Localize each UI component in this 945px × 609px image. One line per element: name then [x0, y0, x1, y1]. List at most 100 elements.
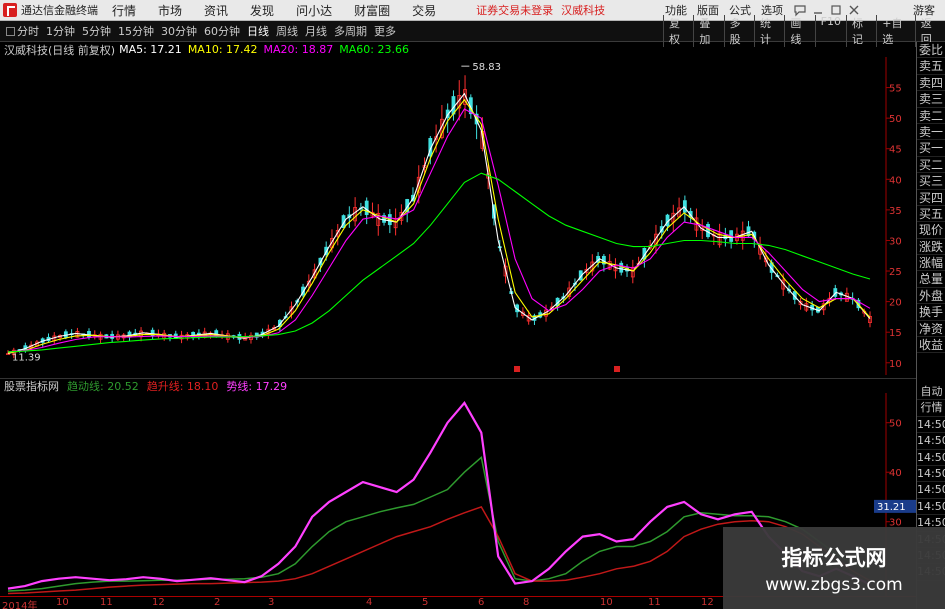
indicator-power-value: 势线: 17.29: [226, 380, 288, 393]
title-stock-name: 汉威科技: [561, 4, 606, 17]
chart-stock-label: 汉威科技(日线 前复权): [4, 43, 116, 57]
time-axis-label: 5: [422, 597, 429, 608]
indicator-tick-label: 50: [889, 419, 902, 430]
menu-quotes[interactable]: 行情: [112, 2, 136, 19]
quote-field-5: 卖一: [917, 124, 945, 141]
price-tick-label: 30: [889, 236, 902, 247]
period-tab-30min[interactable]: 30分钟: [161, 23, 197, 39]
quote-field-14: 总量: [917, 272, 945, 288]
quote-field-1: 卖五: [917, 59, 945, 75]
time-axis-label: 11: [648, 597, 661, 608]
indicator-rise-value: 趋升线: 18.10: [146, 380, 219, 393]
indicator-name[interactable]: 股票指标网: [4, 378, 59, 394]
app-name: 通达信金融终端: [21, 4, 98, 17]
main-price-chart[interactable]: 10 15 20 25 30 35 40 45 50 55 58.83 11.39: [0, 57, 916, 375]
low-price-label: 11.39: [12, 352, 41, 363]
quote-field-13: 涨幅: [917, 256, 945, 272]
quote-field-12: 涨跌: [917, 239, 945, 256]
price-tick-label: 40: [889, 175, 902, 186]
watermark-url: www.zbgs3.com: [765, 574, 903, 595]
period-tab-more[interactable]: 更多: [374, 23, 396, 39]
login-warning[interactable]: 证券交易未登录: [476, 2, 553, 18]
menu-news[interactable]: 资讯: [204, 2, 228, 19]
indicator-trend-value: 趋动线: 20.52: [67, 380, 139, 393]
quote-field-3: 卖三: [917, 92, 945, 108]
event-marker-icon: [514, 366, 520, 372]
ma10-value: MA10: 17.42: [187, 43, 258, 56]
tick-time-4: 14:50: [917, 450, 945, 466]
period-tab-intraday[interactable]: 分时: [17, 23, 39, 39]
price-tick-label: 35: [889, 206, 902, 217]
quote-field-16: 换手: [917, 305, 945, 321]
ma5-value: MA5: 17.21: [119, 43, 182, 56]
time-axis-label: 4: [366, 597, 373, 608]
time-axis-label: 12: [152, 597, 165, 608]
tick-time-5: 14:50: [917, 466, 945, 483]
time-axis-label: 6: [478, 597, 485, 608]
quote-field-7: 买二: [917, 157, 945, 174]
quote-field-9: 买四: [917, 190, 945, 206]
indicator-bar: 股票指标网 趋动线: 20.52 趋升线: 18.10 势线: 17.29: [0, 378, 916, 393]
menu-ask[interactable]: 问小达: [296, 2, 332, 19]
period-tab-1min[interactable]: 1分钟: [46, 23, 75, 39]
period-tab-multi[interactable]: 多周期: [334, 23, 367, 39]
ma60-line: [7, 172, 871, 353]
tick-time-6: 14:50: [917, 482, 945, 499]
period-tab-60min[interactable]: 60分钟: [204, 23, 240, 39]
toolbar-checkbox[interactable]: [6, 26, 15, 36]
time-axis-label: 10: [56, 597, 69, 608]
ma20-value: MA20: 18.87: [263, 43, 334, 56]
price-tick-label: 10: [889, 359, 902, 370]
candle-body: [364, 200, 369, 216]
quote-field-6: 买一: [917, 141, 945, 157]
tick-time-1[interactable]: 行情: [917, 400, 945, 417]
quote-field-11: 现价: [917, 223, 945, 239]
ma5-line: [7, 92, 871, 355]
quote-field-17: 净资: [917, 321, 945, 338]
time-axis-label: 12: [701, 597, 714, 608]
quote-side-panel: 委比 卖五 卖四 卖三 卖二 卖一 买一 买二 买三 买四 买五 现价 涨跌 涨幅 总量 外盘 换手 净资 收益 自…: [916, 42, 945, 609]
price-tick-label: 25: [889, 267, 902, 278]
period-tab-daily[interactable]: 日线: [247, 23, 269, 39]
time-axis-label: 11: [100, 597, 113, 608]
candle-body: [87, 331, 91, 338]
indicator-tick-label: 40: [889, 468, 902, 479]
watermark-title: 指标公式网: [781, 545, 887, 570]
menu-wealth[interactable]: 财富圈: [354, 2, 390, 19]
ma20-line: [7, 108, 871, 353]
quote-field-2: 卖四: [917, 75, 945, 92]
period-tab-monthly[interactable]: 月线: [305, 23, 327, 39]
time-axis-label: 2014年: [2, 601, 38, 609]
time-axis-label: 3: [268, 597, 275, 608]
price-tick-label: 50: [889, 114, 902, 125]
time-axis-label: 8: [523, 597, 530, 608]
menu-trade[interactable]: 交易: [412, 2, 436, 19]
quote-field-10: 买五: [917, 206, 945, 223]
quote-field-4: 卖二: [917, 108, 945, 124]
high-price-label: 58.83: [472, 62, 501, 73]
tick-time-3: 14:50: [917, 433, 945, 450]
price-tick-label: 45: [889, 145, 902, 156]
price-tick-label: 55: [889, 84, 902, 95]
menu-market[interactable]: 市场: [158, 2, 182, 19]
tick-time-0[interactable]: 自动: [917, 384, 945, 401]
period-tab-15min[interactable]: 15分钟: [118, 23, 154, 39]
quote-field-8: 买三: [917, 174, 945, 190]
time-axis-label: 10: [600, 597, 613, 608]
candle-body: [706, 223, 710, 238]
period-toolbar: 分时 1分钟 5分钟 15分钟 30分钟 60分钟 日线 周线 月线 多周期 更…: [0, 15, 945, 47]
tick-time-7: 14:50: [917, 499, 945, 516]
quote-field-15: 外盘: [917, 288, 945, 305]
candle-body: [451, 96, 456, 115]
event-marker-icon: [614, 366, 620, 372]
period-tab-5min[interactable]: 5分钟: [82, 23, 111, 39]
time-axis-label: 2: [214, 597, 221, 608]
price-tick-label: 20: [889, 298, 902, 309]
period-tab-weekly[interactable]: 周线: [276, 23, 298, 39]
menu-discover[interactable]: 发现: [250, 2, 274, 19]
candle-body: [619, 262, 624, 273]
site-watermark: 指标公式网 www.zbgs3.com: [723, 527, 945, 609]
tick-time-2: 14:50: [917, 417, 945, 434]
app-logo-icon: [3, 3, 17, 17]
price-tick-label: 15: [889, 328, 902, 339]
